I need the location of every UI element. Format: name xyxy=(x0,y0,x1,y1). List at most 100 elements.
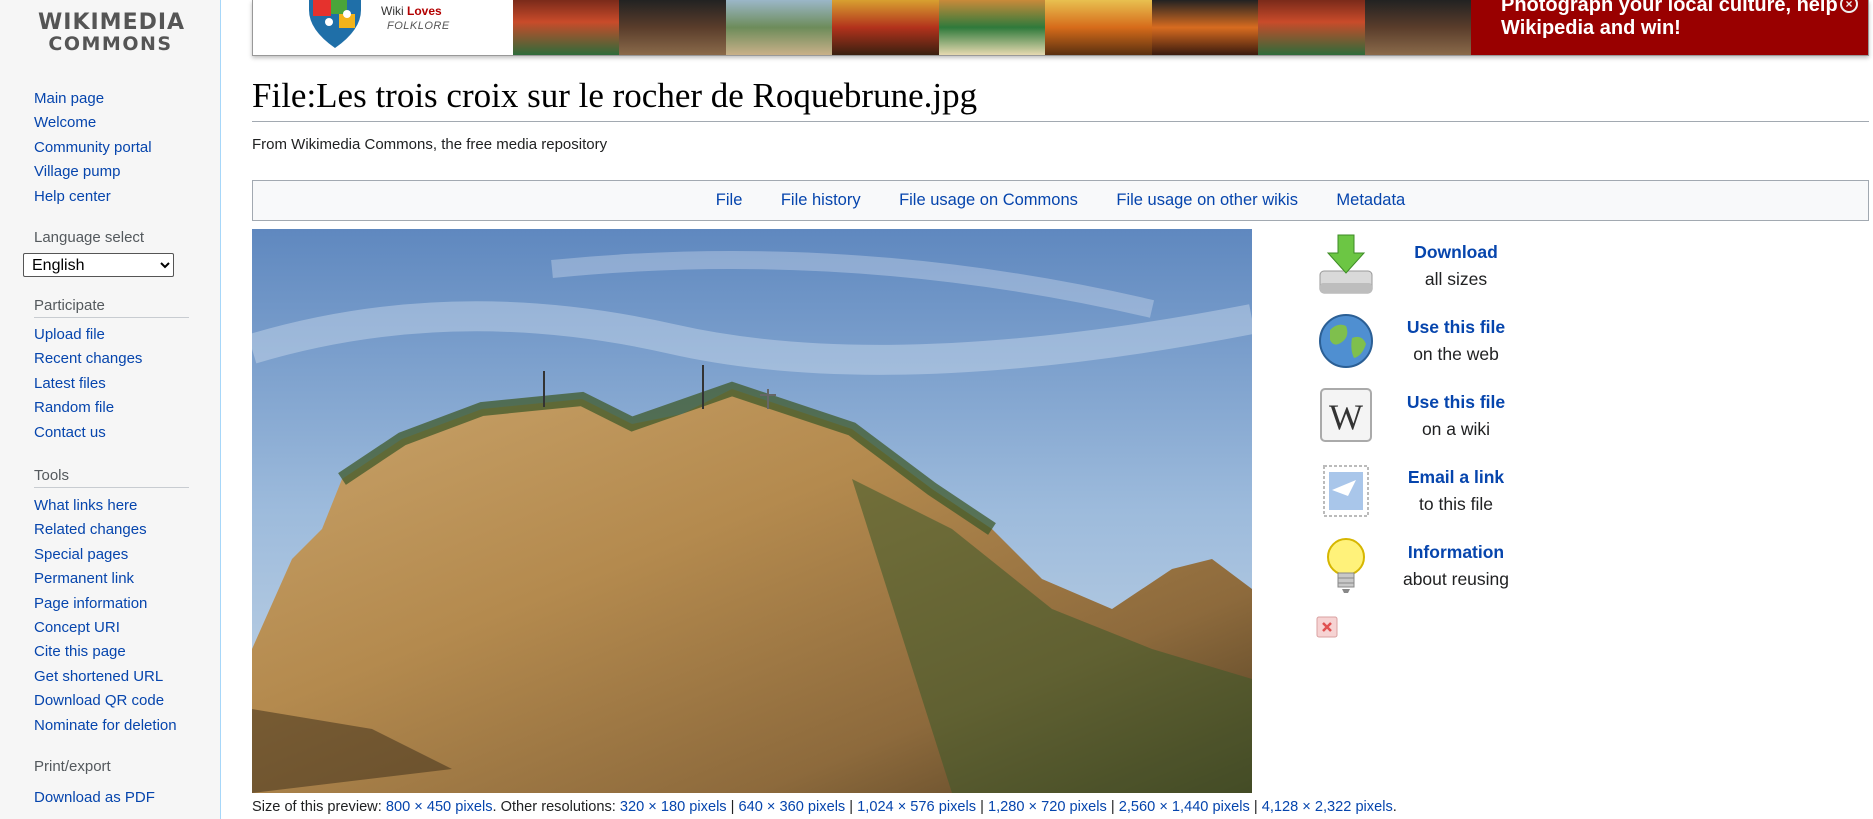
sidebar-item-upload-file[interactable]: Upload file xyxy=(34,323,194,347)
logo-line-1: WIKIMEDIA xyxy=(38,10,186,35)
reuse-information[interactable]: Information about reusing xyxy=(1316,533,1556,601)
file-section-tabs: File File history File usage on Commons … xyxy=(252,180,1869,221)
use-file-web-sub: on the web xyxy=(1413,344,1499,364)
reuse-email[interactable]: Email a link to this file xyxy=(1316,458,1556,526)
tab-file[interactable]: File xyxy=(716,181,743,220)
banner-photo xyxy=(938,0,1046,55)
print-export-heading: Print/export xyxy=(34,758,111,775)
banner-photo-strip xyxy=(513,0,1471,55)
wikimedia-commons-logo[interactable]: WIKIMEDIA COMMONS xyxy=(38,0,186,55)
language-select[interactable]: English xyxy=(23,253,174,277)
resolutions-end: . xyxy=(1392,799,1397,815)
sidebar-link[interactable]: Upload file xyxy=(34,326,105,343)
resolution-link-640[interactable]: 640 × 360 pixels xyxy=(739,799,846,815)
sidebar-link[interactable]: Permanent link xyxy=(34,570,134,587)
sidebar-link[interactable]: Latest files xyxy=(34,375,106,392)
participate-navigation: Upload file Recent changes Latest files … xyxy=(34,323,194,445)
tab-file-usage-commons[interactable]: File usage on Commons xyxy=(899,181,1078,220)
close-icon[interactable] xyxy=(1316,616,1338,638)
sidebar-link[interactable]: Download as PDF xyxy=(34,789,155,806)
use-file-web-link[interactable]: Use this file xyxy=(1386,317,1526,338)
banner-photo xyxy=(513,0,620,55)
email-sub: to this file xyxy=(1419,494,1493,514)
sidebar-link[interactable]: Concept URI xyxy=(34,619,120,636)
reuse-wiki[interactable]: W Use this file on a wiki xyxy=(1316,383,1556,451)
sidebar-item-get-shortened-url[interactable]: Get shortened URL xyxy=(34,665,194,689)
sidebar-link[interactable]: Community portal xyxy=(34,139,152,156)
resolution-link-1280[interactable]: 1,280 × 720 pixels xyxy=(988,799,1107,815)
banner-logo-wiki: Wiki xyxy=(381,4,404,18)
use-file-wiki-link[interactable]: Use this file xyxy=(1386,392,1526,413)
sidebar-link[interactable]: Main page xyxy=(34,90,104,107)
wiki-loves-folklore-logo[interactable]: Wiki Loves FOLKLORE xyxy=(253,0,513,55)
tab-file-history[interactable]: File history xyxy=(781,181,861,220)
banner-logo-loves: Loves xyxy=(407,4,442,18)
sidebar-item-village-pump[interactable]: Village pump xyxy=(34,160,194,184)
sidebar-item-related-changes[interactable]: Related changes xyxy=(34,518,194,542)
sidebar-link[interactable]: Recent changes xyxy=(34,350,142,367)
sidebar-link[interactable]: Nominate for deletion xyxy=(34,717,177,734)
page-title: File:Les trois croix sur le rocher de Ro… xyxy=(252,74,1869,122)
sidebar-link[interactable]: Page information xyxy=(34,595,147,612)
sidebar-item-welcome[interactable]: Welcome xyxy=(34,111,194,135)
file-preview-image[interactable] xyxy=(252,229,1252,793)
sidebar-item-nominate-for-deletion[interactable]: Nominate for deletion xyxy=(34,714,194,738)
tab-metadata[interactable]: Metadata xyxy=(1336,181,1405,220)
resolution-link-320[interactable]: 320 × 180 pixels xyxy=(620,799,727,815)
lightbulb-icon xyxy=(1327,538,1365,593)
banner-photo xyxy=(1258,0,1365,55)
sidebar-item-random-file[interactable]: Random file xyxy=(34,396,194,420)
banner-photo xyxy=(1045,0,1152,55)
sidebar-link[interactable]: Special pages xyxy=(34,546,128,563)
sidebar-item-what-links-here[interactable]: What links here xyxy=(34,494,194,518)
tools-heading: Tools xyxy=(34,467,189,488)
sidebar-link[interactable]: Random file xyxy=(34,399,114,416)
email-link[interactable]: Email a link xyxy=(1386,467,1526,488)
sidebar-item-cite-this-page[interactable]: Cite this page xyxy=(34,640,194,664)
sidebar-item-special-pages[interactable]: Special pages xyxy=(34,543,194,567)
tab-file-usage-other-wikis[interactable]: File usage on other wikis xyxy=(1116,181,1298,220)
sidebar-item-community-portal[interactable]: Community portal xyxy=(34,136,194,160)
use-file-wiki-sub: on a wiki xyxy=(1421,419,1491,439)
sidebar-link[interactable]: Village pump xyxy=(34,163,120,180)
banner-photo xyxy=(1151,0,1259,55)
other-resolutions-label: . Other resolutions: xyxy=(492,799,616,815)
sidebar-item-download-qr-code[interactable]: Download QR code xyxy=(34,689,194,713)
sidebar-link[interactable]: Download QR code xyxy=(34,692,164,709)
sidebar-link[interactable]: What links here xyxy=(34,497,137,514)
sidebar-link[interactable]: Contact us xyxy=(34,424,106,441)
resolution-link-1024[interactable]: 1,024 × 576 pixels xyxy=(857,799,976,815)
sidebar-item-download-pdf[interactable]: Download as PDF xyxy=(34,786,194,810)
sidebar-item-permanent-link[interactable]: Permanent link xyxy=(34,567,194,591)
banner-logo-folklore: FOLKLORE xyxy=(387,20,450,32)
resolution-link-2560[interactable]: 2,560 × 1,440 pixels xyxy=(1119,799,1250,815)
sidebar-link[interactable]: Cite this page xyxy=(34,643,126,660)
sidebar-item-contact-us[interactable]: Contact us xyxy=(34,421,194,445)
svg-text:W: W xyxy=(1329,397,1363,437)
sidebar-item-help-center[interactable]: Help center xyxy=(34,185,194,209)
separator: | xyxy=(1253,799,1258,815)
banner-call-to-action[interactable]: Photograph your local culture, help Wiki… xyxy=(1471,0,1868,55)
banner-photo xyxy=(1364,0,1471,55)
resolution-link-4128[interactable]: 4,128 × 2,322 pixels xyxy=(1262,799,1393,815)
information-link[interactable]: Information xyxy=(1386,542,1526,563)
sidebar-link[interactable]: Welcome xyxy=(34,114,96,131)
banner-photo xyxy=(725,0,833,55)
rock-photo xyxy=(252,229,1252,793)
sidebar-item-page-information[interactable]: Page information xyxy=(34,592,194,616)
globe-icon xyxy=(1319,314,1373,368)
download-link[interactable]: Download xyxy=(1386,242,1526,263)
reuse-web[interactable]: Use this file on the web xyxy=(1316,308,1556,376)
sidebar-link[interactable]: Get shortened URL xyxy=(34,668,163,685)
resolution-link-preview[interactable]: 800 × 450 pixels xyxy=(386,799,493,815)
campaign-banner[interactable]: Wiki Loves FOLKLORE Photograph your loca… xyxy=(252,0,1869,56)
sidebar-item-concept-uri[interactable]: Concept URI xyxy=(34,616,194,640)
sidebar-link[interactable]: Related changes xyxy=(34,521,147,538)
information-sub: about reusing xyxy=(1402,569,1510,589)
sidebar-item-recent-changes[interactable]: Recent changes xyxy=(34,347,194,371)
reuse-download[interactable]: Download all sizes xyxy=(1316,233,1556,301)
sidebar-item-main-page[interactable]: Main page xyxy=(34,87,194,111)
sidebar-link[interactable]: Help center xyxy=(34,188,111,205)
main-content: Wiki Loves FOLKLORE Photograph your loca… xyxy=(220,0,1873,819)
sidebar-item-latest-files[interactable]: Latest files xyxy=(34,372,194,396)
